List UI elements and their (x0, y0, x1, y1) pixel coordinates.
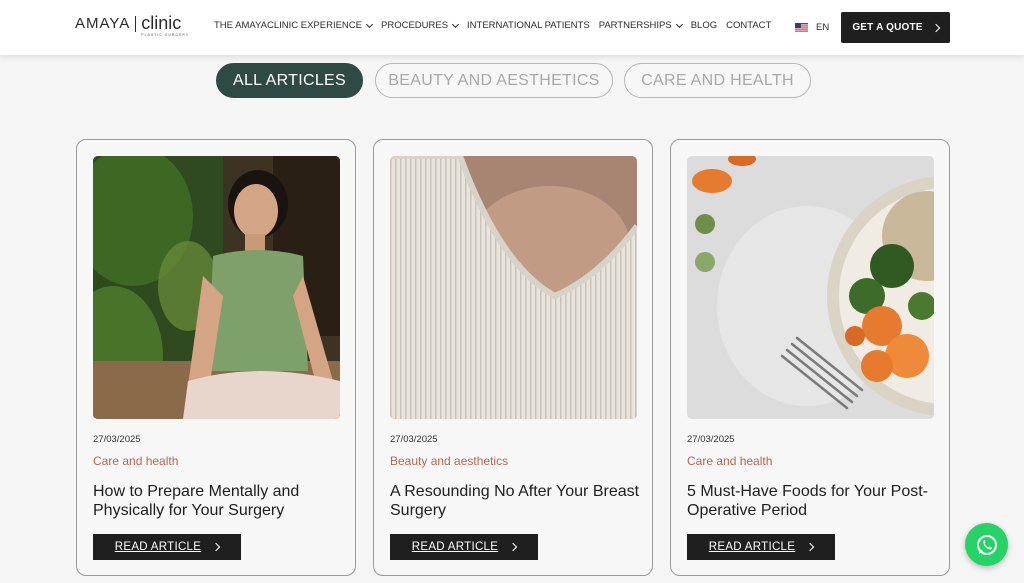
whatsapp-icon (976, 534, 997, 555)
read-article-button[interactable]: READ ARTICLE (390, 534, 538, 560)
filter-all-articles[interactable]: ALL ARTICLES (216, 63, 363, 98)
article-card[interactable]: 27/03/2025 Beauty and aesthetics A Resou… (373, 139, 653, 576)
logo-divider (135, 16, 137, 32)
article-card[interactable]: 27/03/2025 Care and health How to Prepar… (76, 139, 356, 576)
article-date: 27/03/2025 (687, 434, 735, 445)
chevron-right-icon (931, 23, 940, 32)
site-header: AMAYA clinic PLASTIC SURGERY THE AMAYACL… (0, 0, 1024, 55)
nav-item-experience[interactable]: THE AMAYACLINIC EXPERIENCE (214, 20, 374, 31)
article-image-ribbed-top[interactable] (390, 156, 637, 419)
filter-care-and-health[interactable]: CARE AND HEALTH (624, 63, 811, 98)
language-label: EN (816, 22, 830, 33)
article-title[interactable]: How to Prepare Mentally and Physically f… (93, 482, 343, 520)
logo-brand: AMAYA (75, 15, 131, 32)
nav-item-blog[interactable]: BLOG (691, 20, 717, 31)
article-title[interactable]: 5 Must-Have Foods for Your Post-Operativ… (687, 482, 937, 520)
chevron-down-icon (365, 20, 374, 28)
article-category[interactable]: Care and health (687, 454, 772, 468)
read-article-button[interactable]: READ ARTICLE (93, 534, 241, 560)
nav-item-partnerships[interactable]: PARTNERSHIPS (599, 20, 683, 31)
logo-name: clinic (141, 13, 182, 33)
read-article-button[interactable]: READ ARTICLE (687, 534, 835, 560)
article-image-woman-meditating[interactable] (93, 156, 340, 419)
nav-item-international-patients[interactable]: INTERNATIONAL PATIENTS (467, 20, 590, 31)
chevron-right-icon (805, 542, 815, 552)
logo-subtitle: PLASTIC SURGERY (141, 33, 190, 37)
us-flag-icon (795, 23, 808, 32)
chevron-right-icon (508, 542, 518, 552)
language-selector[interactable]: EN (795, 22, 829, 33)
article-image-vegetable-bowl[interactable] (687, 156, 934, 419)
article-category[interactable]: Beauty and aesthetics (390, 454, 508, 468)
main-nav: THE AMAYACLINIC EXPERIENCE PROCEDURES IN… (214, 20, 780, 31)
article-category[interactable]: Care and health (93, 454, 178, 468)
article-date: 27/03/2025 (390, 434, 438, 445)
article-date: 27/03/2025 (93, 434, 141, 445)
article-title[interactable]: A Resounding No After Your Breast Surger… (390, 482, 640, 520)
get-a-quote-button[interactable]: GET A QUOTE (841, 12, 950, 43)
nav-item-procedures[interactable]: PROCEDURES (381, 20, 460, 31)
filter-beauty-and-aesthetics[interactable]: BEAUTY AND AESTHETICS (375, 63, 613, 98)
chevron-right-icon (211, 542, 221, 552)
article-card[interactable]: 27/03/2025 Care and health 5 Must-Have F… (670, 139, 950, 576)
chevron-down-icon (452, 20, 460, 28)
whatsapp-button[interactable] (965, 523, 1008, 566)
logo[interactable]: AMAYA clinic PLASTIC SURGERY (75, 14, 189, 37)
chevron-down-icon (675, 20, 683, 28)
nav-item-contact[interactable]: CONTACT (726, 20, 771, 31)
